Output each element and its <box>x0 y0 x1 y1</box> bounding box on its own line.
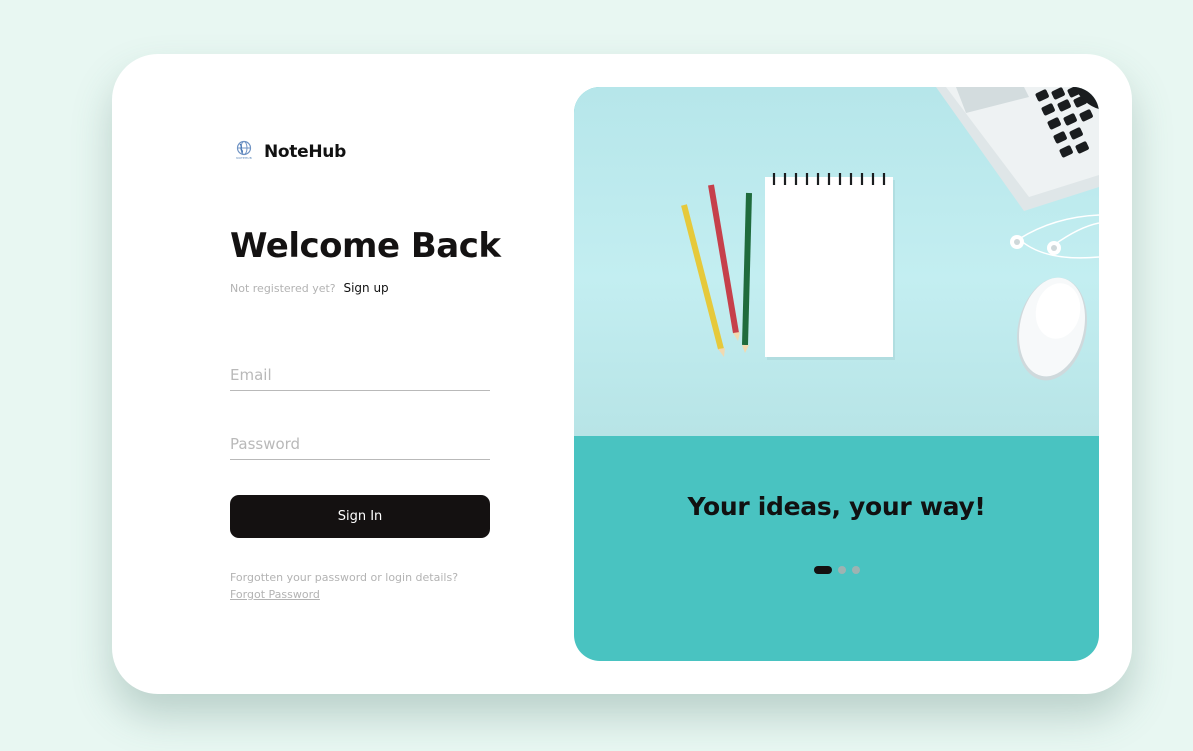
signup-prompt: Not registered yet? Sign up <box>230 281 389 295</box>
password-field[interactable] <box>230 435 490 460</box>
signup-link[interactable]: Sign up <box>343 281 388 295</box>
brand-logo[interactable]: NOTEHUB NoteHub <box>232 140 346 164</box>
carousel-dot-3[interactable] <box>851 566 860 574</box>
carousel-dot-1[interactable] <box>813 566 832 574</box>
mouse-icon <box>1017 277 1087 381</box>
promo-panel: Your ideas, your way! <box>574 87 1099 661</box>
promo-illustration <box>574 87 1099 436</box>
sign-in-button[interactable]: Sign In <box>230 495 490 538</box>
notepad-icon <box>765 173 895 360</box>
laptop-icon <box>936 87 1099 211</box>
brand-name: NoteHub <box>264 142 346 162</box>
login-card: NOTEHUB NoteHub Welcome Back Not registe… <box>112 54 1132 694</box>
carousel-dot-2[interactable] <box>837 566 846 574</box>
forgot-password-link[interactable]: Forgot Password <box>230 588 320 601</box>
promo-tagline: Your ideas, your way! <box>687 492 986 521</box>
email-field[interactable] <box>230 366 490 391</box>
logo-caption: NOTEHUB <box>236 156 252 160</box>
carousel-indicators <box>574 566 1071 574</box>
forgot-prompt: Forgotten your password or login details… <box>230 571 459 584</box>
not-registered-text: Not registered yet? <box>230 282 336 295</box>
pencils-icon <box>681 184 752 357</box>
page-title: Welcome Back <box>230 226 501 266</box>
globe-icon: NOTEHUB <box>232 140 256 164</box>
